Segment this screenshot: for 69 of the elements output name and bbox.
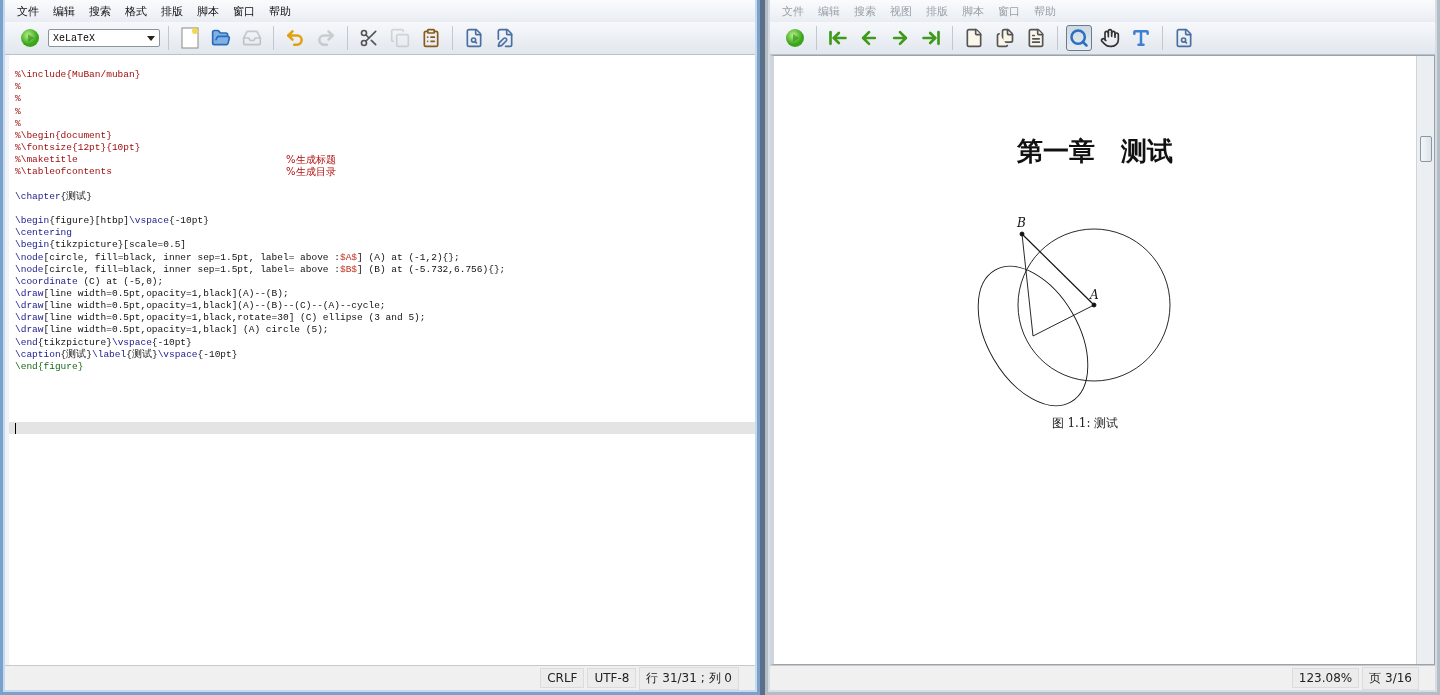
edit-icon [495, 28, 515, 48]
code-line: \draw[line width=0.5pt,opacity=1,black,rotate=30] (C) ellipse (3 and 5); [15, 312, 426, 325]
compiler-dropdown[interactable]: XeLaTeX [48, 29, 160, 47]
paste-icon [421, 28, 441, 48]
new-icon [181, 27, 199, 49]
text-select-icon [1131, 28, 1151, 48]
code-line: \end{figure} [15, 360, 84, 374]
redo-icon [316, 28, 336, 48]
menu-item[interactable]: 编辑 [47, 1, 81, 21]
chapter-heading: 第一章 测试 [1017, 135, 1173, 168]
code-line: %\fontsize{12pt}{10pt} [15, 142, 141, 155]
status-field: 页 3/16 [1362, 666, 1419, 690]
page-double-icon [995, 28, 1015, 48]
code-line: \begin{tikzpicture}[scale=0.5] [15, 239, 187, 252]
last-icon [921, 28, 941, 48]
status-field: UTF-8 [587, 668, 637, 688]
menu-item[interactable]: 格式 [119, 1, 153, 21]
zoom-icon [1069, 28, 1089, 48]
menu-item[interactable]: 脚本 [191, 1, 225, 21]
scroll-thumb[interactable] [1420, 136, 1432, 162]
code-line: % [15, 81, 21, 94]
page-single-icon [964, 28, 984, 48]
status-field: 行 31/31 ; 列 0 [639, 666, 739, 690]
code-line: \node[circle, fill=black, inner sep=1.5pt, label= above :$B$] (B) at (-5.732,6.756){}; [15, 263, 506, 276]
code-line: \draw[line width=0.5pt,opacity=1,black] (A) circle (5); [15, 324, 329, 337]
menu-item[interactable]: 帮助 [263, 1, 297, 21]
page-fit-icon [1026, 28, 1046, 48]
code-line: \end{tikzpicture}\vspace{-10pt} [15, 336, 192, 349]
code-line: % [15, 105, 21, 118]
code-line: \caption{测试}\label{测试}\vspace{-10pt} [15, 348, 238, 361]
code-line: % [15, 93, 21, 106]
save-icon [242, 28, 262, 48]
preview-icon [464, 28, 484, 48]
run-icon [785, 28, 805, 48]
code-line: %\tableofcontents [15, 166, 113, 179]
run-icon [20, 28, 40, 48]
hand-icon [1100, 28, 1120, 48]
first-icon [828, 28, 848, 48]
code-line: %\maketitle [15, 154, 79, 167]
code-line: %\begin{document} [15, 129, 112, 143]
code-line: \chapter{测试} [15, 190, 92, 203]
menu-item[interactable]: 窗口 [227, 1, 261, 21]
cut-icon [359, 28, 379, 48]
code-line: \draw[line width=0.5pt,opacity=1,black](A)--(B)--(C)--(A)--cycle; [15, 300, 386, 313]
code-comment: %生成标题 [286, 154, 336, 167]
code-line: \coordinate (C) at (-5,0); [15, 275, 164, 288]
prev-icon [859, 28, 879, 48]
menu-item[interactable]: 排版 [155, 1, 189, 21]
code-line: \begin{figure}[htbp]\vspace{-10pt} [15, 215, 209, 228]
code-line: % [15, 117, 21, 130]
code-line: \node[circle, fill=black, inner sep=1.5pt, label= above :$A$] (A) at (-1,2){}; [15, 251, 460, 264]
open-icon [211, 28, 231, 48]
zoom-button[interactable] [1066, 25, 1092, 51]
find-icon [1174, 28, 1194, 48]
code-line: \draw[line width=0.5pt,opacity=1,black](A)--(B); [15, 287, 289, 301]
status-field: CRLF [540, 668, 585, 688]
code-comment: %生成目录 [286, 166, 336, 179]
caret-icon [147, 35, 155, 41]
figure-caption: 图 1.1: 测试 [1051, 415, 1119, 432]
next-icon [890, 28, 910, 48]
copy-icon [390, 28, 410, 48]
menu-item[interactable]: 文件 [11, 1, 45, 21]
undo-icon [285, 28, 305, 48]
vertical-scrollbar[interactable] [1416, 56, 1434, 664]
code-line: \centering [15, 227, 72, 240]
menu-item[interactable]: 搜索 [83, 1, 117, 21]
code-line: %\include{MuBan/muban} [15, 69, 141, 82]
status-field: 123.08% [1291, 668, 1360, 688]
geometry-drawing: B A [977, 216, 1171, 406]
